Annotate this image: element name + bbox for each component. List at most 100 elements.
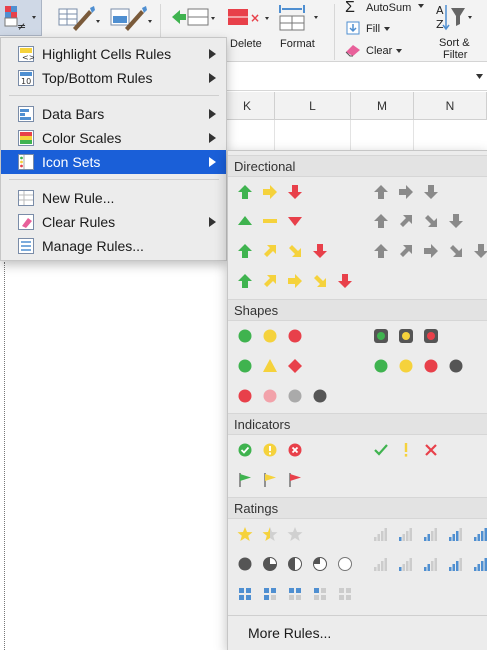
- fill-icon[interactable]: [346, 21, 360, 35]
- submenu-arrow-icon: [209, 109, 216, 119]
- format-cells-icon[interactable]: [276, 2, 324, 34]
- icon-set-3-arrows-gray[interactable]: [368, 181, 443, 203]
- chevron-down-icon[interactable]: [384, 27, 392, 33]
- gridline: [274, 120, 275, 150]
- icon-set-5-boxes[interactable]: [232, 583, 357, 605]
- icon-set-5-ratings[interactable]: [368, 553, 487, 575]
- sort-label[interactable]: Sort &: [439, 37, 470, 49]
- arrow-down-red-icon: [282, 181, 307, 203]
- column-header-m[interactable]: M: [351, 92, 414, 120]
- boxes-3-icon: [257, 583, 282, 605]
- data-bars-icon: [18, 106, 34, 122]
- chevron-down-icon[interactable]: [418, 4, 426, 10]
- icon-set-4-arrows-colored[interactable]: [232, 240, 332, 262]
- circle-green-icon: [232, 355, 257, 377]
- filter-label[interactable]: Filter: [443, 49, 467, 61]
- icon-set-3-symbols-uncircled[interactable]: [368, 439, 443, 461]
- delete-cells-icon[interactable]: ×: [224, 4, 272, 34]
- triangle-yellow-icon: [257, 355, 282, 377]
- traffic-light-red-icon: [418, 325, 443, 347]
- icon-set-4-traffic-lights[interactable]: [368, 355, 468, 377]
- section-header-ratings: Ratings: [228, 497, 487, 519]
- menu-item-top-bottom-rules[interactable]: 10 Top/Bottom Rules: [1, 66, 226, 90]
- circle-gray-icon: [282, 385, 307, 407]
- menu-item-clear-rules[interactable]: Clear Rules: [1, 210, 226, 234]
- check-circle-green-icon: [232, 439, 257, 461]
- section-header-directional: Directional: [228, 155, 487, 177]
- icon-set-red-to-black[interactable]: [232, 385, 332, 407]
- arrow-right-gray-icon: [418, 240, 443, 262]
- x-circle-red-icon: [282, 439, 307, 461]
- menu-separator: [9, 95, 219, 96]
- icon-set-3-signs[interactable]: [232, 355, 307, 377]
- icon-set-3-stars[interactable]: [232, 523, 307, 545]
- submenu-arrow-icon: [209, 157, 216, 167]
- insert-cells-icon[interactable]: [170, 4, 218, 34]
- eraser-icon[interactable]: [344, 43, 362, 57]
- menu-item-data-bars[interactable]: Data Bars: [1, 102, 226, 126]
- check-green-icon: [368, 439, 393, 461]
- delete-label[interactable]: Delete: [230, 38, 262, 50]
- menu-item-color-scales[interactable]: Color Scales: [1, 126, 226, 150]
- signal-bars-4-icon: [468, 553, 487, 575]
- quarter-full-icon: [232, 553, 257, 575]
- chevron-down-icon[interactable]: [476, 73, 484, 81]
- fill-label[interactable]: Fill: [366, 23, 380, 35]
- new-rule-icon: [18, 190, 34, 206]
- cell-styles-icon[interactable]: [107, 4, 153, 36]
- conditional-formatting-icon: ≠: [4, 6, 36, 33]
- column-header-n[interactable]: N: [414, 92, 487, 120]
- arrow-down-right-gray-icon: [418, 210, 443, 232]
- menu-item-label: Manage Rules...: [42, 238, 144, 254]
- chevron-down-icon[interactable]: [396, 49, 404, 55]
- circle-red-icon: [418, 355, 443, 377]
- diamond-red-icon: [282, 355, 307, 377]
- icon-set-5-arrows-colored[interactable]: [232, 270, 357, 292]
- icon-set-3-traffic-lights-rimmed[interactable]: [368, 325, 443, 347]
- section-title: Directional: [234, 159, 296, 174]
- submenu-arrow-icon: [209, 49, 216, 59]
- signal-bars-2-icon: [418, 523, 443, 545]
- menu-item-highlight-cells-rules[interactable]: <> Highlight Cells Rules: [1, 42, 226, 66]
- icon-set-3-triangles[interactable]: [232, 210, 307, 232]
- icon-set-3-arrows-colored[interactable]: [232, 181, 307, 203]
- arrow-up-gray-icon: [368, 240, 393, 262]
- format-label[interactable]: Format: [280, 38, 315, 50]
- arrow-up-gray-icon: [368, 210, 393, 232]
- signal-bars-0-icon: [368, 523, 393, 545]
- icon-set-3-symbols-circled[interactable]: [232, 439, 307, 461]
- column-header-k[interactable]: K: [220, 92, 275, 120]
- conditional-formatting-menu: <> Highlight Cells Rules 10 Top/Bottom R…: [0, 37, 227, 261]
- icon-set-4-arrows-gray[interactable]: [368, 210, 468, 232]
- svg-text:Z: Z: [436, 18, 444, 31]
- menu-item-manage-rules[interactable]: Manage Rules...: [1, 234, 226, 258]
- section-title: Ratings: [234, 501, 279, 516]
- menu-item-label: Icon Sets: [42, 154, 101, 170]
- section-header-shapes: Shapes: [228, 299, 487, 321]
- arrow-up-right-yellow-icon: [257, 270, 282, 292]
- more-rules-item[interactable]: More Rules...: [248, 625, 331, 641]
- section-title: Shapes: [234, 303, 279, 318]
- conditional-formatting-button[interactable]: ≠: [0, 0, 42, 36]
- formula-bar[interactable]: [220, 63, 487, 91]
- manage-rules-icon: [18, 238, 34, 254]
- section-header-indicators: Indicators: [228, 413, 487, 435]
- menu-item-new-rule[interactable]: New Rule...: [1, 186, 226, 210]
- boxes-2-icon: [282, 583, 307, 605]
- autosum-label[interactable]: AutoSum: [366, 2, 411, 14]
- menu-item-icon-sets[interactable]: Icon Sets: [1, 150, 226, 174]
- icon-set-4-ratings[interactable]: [368, 523, 487, 545]
- icon-set-5-quarters[interactable]: [232, 553, 357, 575]
- menu-item-label: New Rule...: [42, 190, 115, 206]
- circle-red-icon: [232, 385, 257, 407]
- icon-set-3-flags[interactable]: [232, 469, 307, 491]
- column-header-l[interactable]: L: [275, 92, 351, 120]
- icon-set-5-arrows-gray[interactable]: [368, 240, 487, 262]
- menu-item-label: Data Bars: [42, 106, 105, 122]
- format-as-table-icon[interactable]: [55, 4, 101, 36]
- svg-text:10: 10: [21, 77, 31, 86]
- icon-set-3-traffic-lights[interactable]: [232, 325, 307, 347]
- sort-filter-icon[interactable]: A Z: [434, 2, 474, 34]
- autosum-icon[interactable]: Σ: [345, 0, 355, 17]
- clear-label[interactable]: Clear: [366, 45, 392, 57]
